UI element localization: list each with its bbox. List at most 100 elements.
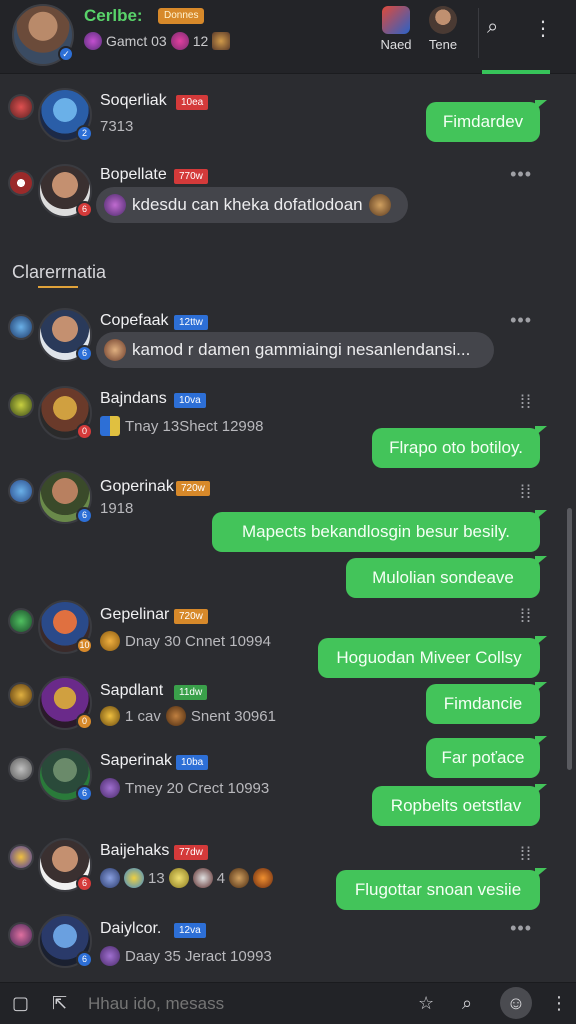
gem-icon xyxy=(124,868,144,888)
gem-icon xyxy=(84,32,102,50)
sticker-icon xyxy=(368,194,391,216)
chat-row[interactable]: 6 Bopellate 770w ••• kdesdu can kheka do… xyxy=(0,162,560,232)
token-icon xyxy=(100,778,120,798)
row-name: Copefaak xyxy=(100,312,169,329)
more-dots-icon[interactable]: ••• xyxy=(510,164,532,185)
row-meta-text-a: 13 xyxy=(148,869,165,887)
grid-dots-icon[interactable]: ⁞⁞ xyxy=(520,482,532,503)
search-icon[interactable]: ⌕ xyxy=(462,993,472,1014)
reply-bubble[interactable]: Mulolian sondeave xyxy=(346,556,547,598)
section-title: Clarerrnatia xyxy=(12,262,107,282)
avatar[interactable]: 6 xyxy=(38,164,93,218)
avatar[interactable]: 6 xyxy=(38,748,93,802)
rank-icon xyxy=(8,478,34,504)
reply-bubble[interactable]: Fimdancie xyxy=(426,682,547,724)
row-meta-text-b: 4 xyxy=(216,869,226,887)
chat-row[interactable]: 6 Goperinak 720w ⁞⁞ 1918 Mapects bekandl… xyxy=(0,468,560,604)
rank-icon xyxy=(8,682,34,708)
avatar[interactable]: 6 xyxy=(38,838,93,892)
level-badge: 6 xyxy=(76,951,93,968)
verified-badge-icon: ✓ xyxy=(58,46,74,62)
bottom-bar: ▢ ⇱ ☆ ⌕ ☺ ⋮ xyxy=(0,982,576,1024)
star-icon[interactable]: ☆ xyxy=(418,993,434,1014)
row-name: Soqerliak xyxy=(100,92,167,109)
reply-bubble[interactable]: Hoguodan Miveer Collsy xyxy=(318,636,547,678)
rank-icon xyxy=(8,94,34,120)
avatar[interactable]: 10 xyxy=(38,600,93,654)
avatar[interactable]: 0 xyxy=(38,676,93,730)
crest-icon xyxy=(253,868,274,888)
chat-row[interactable]: 6 Copefaak 12ttw ••• kamod r damen gammi… xyxy=(0,306,560,372)
level-badge: 10 xyxy=(76,637,93,654)
friend-avatar-icon xyxy=(429,6,457,34)
chat-row[interactable]: 6 Baijehaks 77dw ⁞⁞ 13 4 Flugottar snoan… xyxy=(0,836,560,910)
row-name: Baijehaks xyxy=(100,842,170,859)
chat-row[interactable]: 0 Sapdlant 11dw 1 cav Snent 30961 Fimdan… xyxy=(0,676,560,740)
row-tag: 770w xyxy=(174,169,208,184)
row-tag: 77dw xyxy=(174,845,208,860)
reply-bubble[interactable]: Mapects bekandlosgin besur besily. xyxy=(212,510,547,552)
avatar[interactable]: 2 xyxy=(38,88,93,142)
header-button-1-label: Naed xyxy=(380,37,412,52)
chat-row[interactable]: 10 Gepelinar 720w ⁞⁞ Dnay 30 Cnnet 10994… xyxy=(0,600,560,678)
rank-icon xyxy=(8,922,34,948)
search-icon[interactable]: ⌕ xyxy=(487,16,498,39)
more-options-icon[interactable]: ⋮ xyxy=(550,993,568,1014)
grid-dots-icon[interactable]: ⁞⁞ xyxy=(520,606,532,627)
chat-row[interactable]: 6 Saperinak 10ba Tmey 20 Crect 10993 Far… xyxy=(0,736,560,830)
row-meta: Tmey 20 Crect 10993 xyxy=(100,778,269,798)
avatar[interactable]: 0 xyxy=(38,386,93,440)
rank-icon xyxy=(8,756,34,782)
header-button-2-label: Tene xyxy=(428,37,458,52)
more-options-icon[interactable]: ⋮ xyxy=(533,16,553,41)
chat-row[interactable]: 0 Bajndans 10va ⁞⁞ Tnay 13Shect 12998 Fl… xyxy=(0,382,560,468)
reply-bubble[interactable]: Flugottar snoan vesiie xyxy=(336,868,547,910)
row-tag: 12ttw xyxy=(174,315,208,330)
more-dots-icon[interactable]: ••• xyxy=(510,310,532,331)
level-badge: 6 xyxy=(76,345,93,362)
level-badge: 2 xyxy=(76,125,93,142)
shield-icon xyxy=(100,868,120,888)
row-name: Bopellate xyxy=(100,166,167,183)
message-bubble[interactable]: kamod r damen gammiaingi nesanlendansi..… xyxy=(96,332,494,368)
emoji-icon[interactable]: ☺ xyxy=(500,987,532,1019)
square-icon[interactable]: ▢ xyxy=(12,993,29,1014)
reply-bubble[interactable]: Fimdardev xyxy=(426,100,547,142)
level-badge: 6 xyxy=(76,507,93,524)
message-bubble[interactable]: kdesdu can kheka dofatlodoan xyxy=(96,187,408,223)
emote-icon xyxy=(104,194,126,216)
rank-icon xyxy=(8,608,34,634)
level-badge: 0 xyxy=(76,423,93,440)
reply-bubble[interactable]: Ropbelts oetstlav xyxy=(372,784,547,826)
row-meta: Tnay 13Shect 12998 xyxy=(100,416,263,436)
row-meta-text: Tmey 20 Crect 10993 xyxy=(125,779,270,797)
row-tag: 11dw xyxy=(174,685,208,700)
reply-bubble[interactable]: Flrapo oto botiloy. xyxy=(372,426,547,468)
grid-dots-icon[interactable]: ⁞⁞ xyxy=(520,844,532,865)
flag-icon xyxy=(100,416,120,436)
scrollbar[interactable] xyxy=(567,508,572,770)
reply-bubble[interactable]: Far poťace xyxy=(426,736,547,778)
chat-row[interactable]: 2 Soqerliak 10ea 7313 Fimdardev xyxy=(0,86,560,156)
chat-row[interactable]: 6 Daiylcor. 12va ••• Daay 35 Jeract 1099… xyxy=(0,914,560,976)
more-dots-icon[interactable]: ••• xyxy=(510,918,532,939)
avatar[interactable]: 6 xyxy=(38,308,93,362)
rank-icon xyxy=(8,844,34,870)
grid-dots-icon[interactable]: ⁞⁞ xyxy=(520,392,532,413)
share-icon[interactable]: ⇱ xyxy=(52,993,67,1014)
avatar[interactable]: 6 xyxy=(38,914,93,968)
message-text: kdesdu can kheka dofatlodoan xyxy=(132,195,363,214)
profile-avatar[interactable]: ✓ xyxy=(12,4,74,66)
row-tag: 720w xyxy=(176,481,210,496)
level-badge: 0 xyxy=(76,713,93,730)
header-button-2[interactable]: Tene xyxy=(421,6,465,52)
avatar[interactable]: 6 xyxy=(38,470,93,524)
title-tag: Donnes xyxy=(158,8,205,24)
row-tag: 10va xyxy=(174,393,206,408)
emote-icon xyxy=(104,339,126,361)
row-tag: 720w xyxy=(174,609,208,624)
header-button-1[interactable]: Naed xyxy=(374,6,418,52)
row-name: Gepelinar xyxy=(100,606,170,623)
row-meta: 7313 xyxy=(100,118,134,135)
message-input[interactable] xyxy=(88,994,388,1014)
